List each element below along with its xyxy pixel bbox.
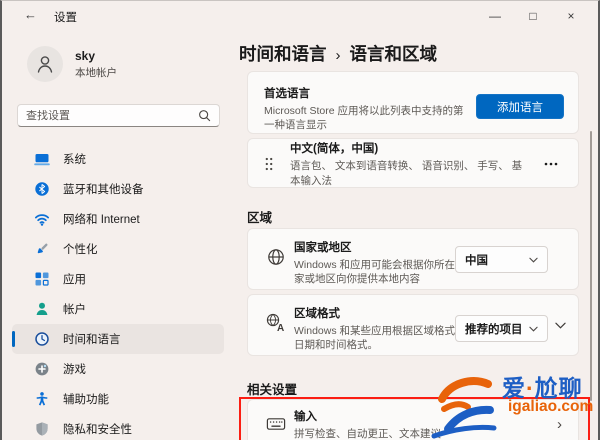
watermark-title: 爱·尬聊 — [502, 375, 583, 401]
sidebar-item-accounts[interactable]: 帐户 — [12, 294, 224, 324]
expand-button[interactable] — [555, 322, 566, 329]
person-icon — [37, 56, 53, 73]
region-section-label: 区域 — [247, 211, 273, 225]
back-button[interactable]: ← — [24, 7, 37, 22]
sidebar-item-label: 网络和 Internet — [63, 214, 140, 226]
sidebar-item-label: 帐户 — [63, 304, 86, 316]
titlebar: ← 设置 — □ × — [2, 1, 598, 31]
search-icon — [199, 110, 211, 122]
sidebar-item-label: 蓝牙和其他设备 — [63, 184, 144, 196]
close-button[interactable]: × — [552, 1, 590, 31]
accessibility-icon — [34, 391, 50, 407]
sidebar-item-label: 游戏 — [63, 364, 86, 376]
system-icon — [34, 151, 50, 167]
sidebar-item-apps[interactable]: 应用 — [12, 264, 224, 294]
regional-format-card: A 区域格式 Windows 和某些应用根据区域格式设置日期和时间格式。 推荐的… — [247, 294, 579, 356]
sidebar-item-system[interactable]: 系统 — [12, 144, 224, 174]
breadcrumb-parent[interactable]: 时间和语言 — [239, 44, 327, 64]
country-region-card: 国家或地区 Windows 和应用可能会根据你所在的国家或地区向你提供本地内容 … — [247, 228, 579, 290]
svg-text:A: A — [277, 323, 284, 333]
account-name: sky — [75, 48, 96, 63]
shield-icon — [34, 421, 50, 437]
bluetooth-icon — [34, 181, 50, 197]
time-language-icon — [34, 331, 50, 347]
search-input[interactable] — [26, 109, 198, 122]
typing-title: 输入 — [294, 411, 317, 423]
language-row-card: 中文(简体，中国) 语言包、 文本到语音转换、 语音识别、 手写、 基本输入法 — [247, 138, 579, 188]
sidebar-item-label: 隐私和安全性 — [63, 424, 132, 436]
sidebar-item-network[interactable]: 网络和 Internet — [12, 204, 224, 234]
ellipsis-icon — [544, 162, 558, 166]
sidebar-item-privacy[interactable]: 隐私和安全性 — [12, 414, 224, 440]
sidebar-item-accessibility[interactable]: 辅助功能 — [12, 384, 224, 414]
sidebar-item-gaming[interactable]: 游戏 — [12, 354, 224, 384]
window-controls: — □ × — [476, 1, 590, 31]
preferred-languages-description: Microsoft Store 应用将以此列表中支持的第一种语言显示 — [264, 105, 464, 132]
chevron-down-icon — [555, 322, 566, 329]
drag-handle-icon[interactable] — [264, 156, 274, 172]
breadcrumb-separator: › — [335, 47, 341, 64]
language-features: 语言包、 文本到语音转换、 语音识别、 手写、 基本输入法 — [290, 160, 523, 187]
chevron-down-icon — [529, 326, 538, 332]
accounts-icon — [34, 301, 50, 317]
wifi-icon — [34, 211, 50, 227]
country-region-dropdown[interactable]: 中国 — [455, 246, 548, 273]
minimize-button[interactable]: — — [476, 1, 514, 31]
regional-format-value: 推荐的项目 — [465, 323, 523, 336]
page-title: 语言和区域 — [349, 44, 438, 64]
sidebar-item-label: 辅助功能 — [63, 394, 109, 406]
country-region-value: 中国 — [465, 254, 488, 267]
sidebar-item-time-language[interactable]: 时间和语言 — [12, 324, 224, 354]
preferred-languages-title: 首选语言 — [264, 88, 310, 100]
add-language-button[interactable]: 添加语言 — [476, 94, 564, 119]
keyboard-icon — [266, 418, 286, 430]
sidebar-item-label: 应用 — [63, 274, 86, 286]
maximize-button[interactable]: □ — [514, 1, 552, 31]
more-options-button[interactable] — [540, 158, 562, 170]
account-type: 本地帐户 — [75, 66, 117, 79]
sidebar-item-personalization[interactable]: 个性化 — [12, 234, 224, 264]
language-name: 中文(简体，中国) — [290, 143, 379, 156]
gaming-icon — [34, 361, 50, 377]
globe-icon — [268, 249, 284, 265]
chevron-right-icon: › — [557, 416, 562, 433]
regional-format-dropdown[interactable]: 推荐的项目 — [455, 315, 548, 342]
sidebar-item-label: 时间和语言 — [63, 334, 121, 346]
sidebar-item-label: 个性化 — [63, 244, 98, 256]
search-box[interactable] — [17, 104, 220, 127]
avatar — [27, 46, 63, 82]
sidebar: sky 本地帐户 系统 蓝牙和其他设备 — [2, 31, 232, 440]
typing-card[interactable]: 输入 拼写检查、自动更正、文本建议 › — [247, 399, 579, 440]
sidebar-item-bluetooth[interactable]: 蓝牙和其他设备 — [12, 174, 224, 204]
regional-format-description: Windows 和某些应用根据区域格式设置日期和时间格式。 — [294, 325, 477, 352]
preferred-languages-card: 首选语言 Microsoft Store 应用将以此列表中支持的第一种语言显示 … — [247, 71, 579, 134]
breadcrumb: 时间和语言 › 语言和区域 — [239, 41, 598, 66]
sidebar-item-label: 系统 — [63, 154, 86, 166]
apps-icon — [34, 271, 50, 287]
account-area: sky 本地帐户 — [27, 46, 117, 82]
settings-window: ← 设置 — □ × sky 本地帐户 查找设置 系统 蓝牙和其他设备 网络和 … — [0, 0, 600, 440]
regional-format-icon: A — [266, 313, 284, 333]
related-section-label: 相关设置 — [247, 383, 298, 397]
scrollbar[interactable] — [590, 131, 592, 401]
window-title: 设置 — [54, 12, 77, 24]
chevron-down-icon — [529, 257, 538, 263]
typing-description: 拼写检查、自动更正、文本建议 — [294, 428, 441, 440]
brush-icon — [34, 241, 50, 257]
sidebar-nav: 系统 蓝牙和其他设备 网络和 Internet 个性化 应用 帐户 时间和语言 … — [12, 144, 224, 440]
